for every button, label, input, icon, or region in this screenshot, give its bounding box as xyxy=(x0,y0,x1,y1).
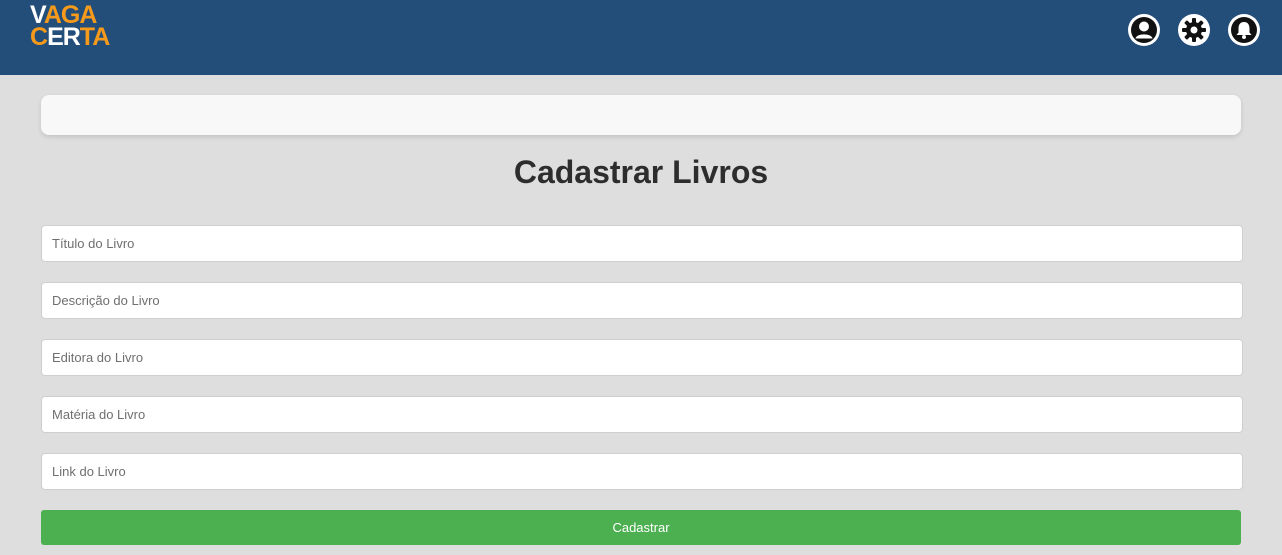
gear-icon-glyph xyxy=(1182,18,1206,42)
bell-icon[interactable] xyxy=(1228,14,1260,46)
header-actions xyxy=(1128,14,1260,46)
breadcrumb-panel xyxy=(41,95,1241,135)
logo-line-2: CERTA xyxy=(30,23,110,51)
logo[interactable]: VAGA CERTA xyxy=(30,3,110,56)
gear-icon[interactable] xyxy=(1178,14,1210,46)
book-link-input[interactable] xyxy=(41,453,1243,490)
submit-button[interactable]: Cadastrar xyxy=(41,510,1241,545)
book-subject-input[interactable] xyxy=(41,396,1243,433)
book-title-input[interactable] xyxy=(41,225,1243,262)
bell-icon-glyph xyxy=(1231,17,1257,43)
top-navbar: VAGA CERTA xyxy=(0,0,1282,75)
user-icon[interactable] xyxy=(1128,14,1160,46)
book-description-input[interactable] xyxy=(41,282,1243,319)
book-publisher-input[interactable] xyxy=(41,339,1243,376)
user-icon-glyph xyxy=(1131,17,1157,43)
page-title: Cadastrar Livros xyxy=(513,154,769,190)
